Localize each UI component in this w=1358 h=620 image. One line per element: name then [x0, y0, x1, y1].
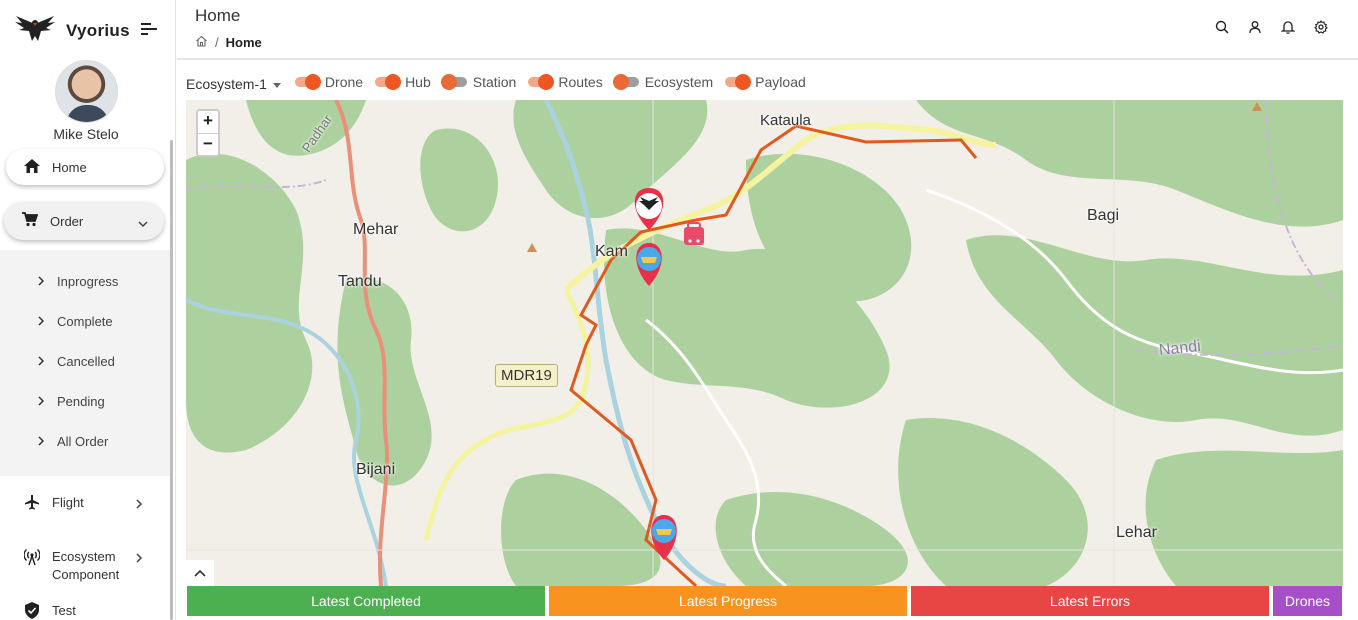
toggle-payload[interactable]: Payload	[725, 74, 806, 90]
caret-down-icon	[272, 82, 281, 88]
zoom-control: + −	[196, 109, 220, 157]
user-icon[interactable]	[1248, 20, 1262, 39]
toggle-switch[interactable]	[612, 74, 639, 90]
place-label-mehar: Mehar	[353, 221, 399, 238]
sidebar-subitem-pending[interactable]: Pending	[38, 394, 105, 409]
sidebar-item-home[interactable]: Home	[6, 149, 164, 185]
sidebar-item-flight[interactable]: Flight	[24, 494, 143, 513]
cart-icon	[22, 212, 39, 230]
chevron-right-icon	[38, 314, 45, 329]
airplane-icon	[24, 494, 40, 513]
map-view[interactable]: + − Kataula Bagi Mehar Tandu Kam Nandi B…	[186, 100, 1343, 586]
latest-progress-tab[interactable]: Latest Progress	[549, 586, 907, 616]
page-title: Home	[195, 6, 241, 25]
place-label-bagi: Bagi	[1087, 207, 1120, 224]
sidebar-item-ecosystem-component[interactable]: Ecosystem Component	[23, 548, 143, 584]
gear-icon[interactable]	[1314, 20, 1328, 39]
header-actions	[1215, 20, 1328, 39]
place-label-lehar: Lehar	[1116, 524, 1157, 541]
sidebar-subitem-cancelled[interactable]: Cancelled	[38, 354, 115, 369]
toggle-switch[interactable]	[725, 74, 752, 90]
toggle-routes[interactable]: Routes	[528, 74, 603, 90]
chevron-right-icon	[136, 497, 143, 512]
antenna-icon	[23, 548, 41, 569]
place-label-kataula: Kataula	[760, 112, 811, 129]
ecosystem-select-value: Ecosystem-1	[186, 76, 267, 92]
breadcrumb-separator: /	[215, 35, 219, 50]
sidebar-scrollbar[interactable]	[170, 140, 173, 620]
toggle-label: Station	[472, 74, 517, 90]
sidebar-subitem-complete[interactable]: Complete	[38, 314, 113, 329]
collapse-panel-button[interactable]	[186, 560, 214, 586]
sidebar-subitem-label: Inprogress	[57, 274, 119, 289]
brand-name: Vyorius	[66, 20, 130, 40]
avatar	[55, 60, 118, 123]
user-name: Mike Stelo	[53, 126, 119, 142]
order-submenu: Inprogress Complete Cancelled Pending Al…	[0, 250, 172, 476]
toggle-station[interactable]: Station	[440, 74, 517, 90]
chevron-up-icon	[194, 569, 206, 577]
chevron-right-icon	[136, 551, 143, 566]
chevron-down-icon	[138, 216, 148, 231]
toggle-label: Drone	[324, 74, 364, 90]
home-icon	[24, 158, 40, 176]
sidebar-item-label: Ecosystem Component	[52, 549, 120, 582]
filter-bar: Ecosystem-1 Drone Hub Station Routes Eco…	[186, 70, 818, 94]
toggle-switch[interactable]	[294, 74, 321, 90]
toggle-label: Ecosystem	[644, 74, 714, 90]
toggle-switch[interactable]	[440, 74, 467, 90]
sidebar: Vyorius Mike Stelo Home Order Inprogress…	[0, 0, 176, 620]
zoom-out-button[interactable]: −	[198, 133, 218, 155]
sidebar-item-label: Order	[50, 213, 84, 229]
toggle-switch[interactable]	[375, 74, 402, 90]
sidebar-subitem-all-order[interactable]: All Order	[38, 434, 108, 449]
sidebar-item-label: Test	[52, 603, 76, 618]
toggle-label: Routes	[558, 74, 603, 90]
place-label-bijani: Bijani	[356, 461, 396, 478]
breadcrumb-current: Home	[225, 35, 262, 50]
toggle-drone[interactable]: Drone	[294, 74, 364, 90]
sidebar-item-label: Flight	[52, 495, 84, 510]
sidebar-subitem-label: Pending	[57, 394, 105, 409]
toggle-switch[interactable]	[528, 74, 555, 90]
eagle-logo-icon	[14, 14, 56, 47]
place-label-kamand: Kam	[595, 243, 628, 260]
chevron-right-icon	[38, 394, 45, 409]
bell-icon[interactable]	[1280, 20, 1296, 39]
latest-completed-tab[interactable]: Latest Completed	[187, 586, 545, 616]
chevron-right-icon	[38, 274, 45, 289]
shield-check-icon	[24, 602, 40, 620]
menu-toggle-icon[interactable]	[141, 22, 157, 40]
brand[interactable]: Vyorius	[14, 14, 130, 47]
place-label-tandu: Tandu	[338, 273, 382, 290]
search-icon[interactable]	[1215, 20, 1229, 39]
ecosystem-select[interactable]: Ecosystem-1	[186, 72, 281, 92]
sidebar-item-test[interactable]: Test	[24, 602, 76, 620]
home-outline-icon[interactable]	[195, 35, 208, 50]
road-label: MDR19	[495, 364, 558, 387]
zoom-in-button[interactable]: +	[198, 111, 218, 133]
sidebar-item-label: Home	[52, 159, 87, 175]
toggle-ecosystem[interactable]: Ecosystem	[612, 74, 714, 90]
header: Home / Home	[177, 0, 1358, 60]
toggle-hub[interactable]: Hub	[375, 74, 431, 90]
chevron-right-icon	[38, 434, 45, 449]
sidebar-subitem-label: All Order	[57, 434, 109, 449]
sidebar-subitem-label: Complete	[57, 314, 113, 329]
drones-tab[interactable]: Drones	[1273, 586, 1342, 616]
sidebar-subitem-inprogress[interactable]: Inprogress	[38, 274, 118, 289]
latest-errors-tab[interactable]: Latest Errors	[911, 586, 1269, 616]
sidebar-item-order[interactable]: Order	[4, 202, 164, 240]
toggle-label: Payload	[755, 74, 806, 90]
sidebar-subitem-label: Cancelled	[57, 354, 115, 369]
toggle-label: Hub	[405, 74, 431, 90]
breadcrumb: / Home	[195, 35, 262, 50]
chevron-right-icon	[38, 354, 45, 369]
